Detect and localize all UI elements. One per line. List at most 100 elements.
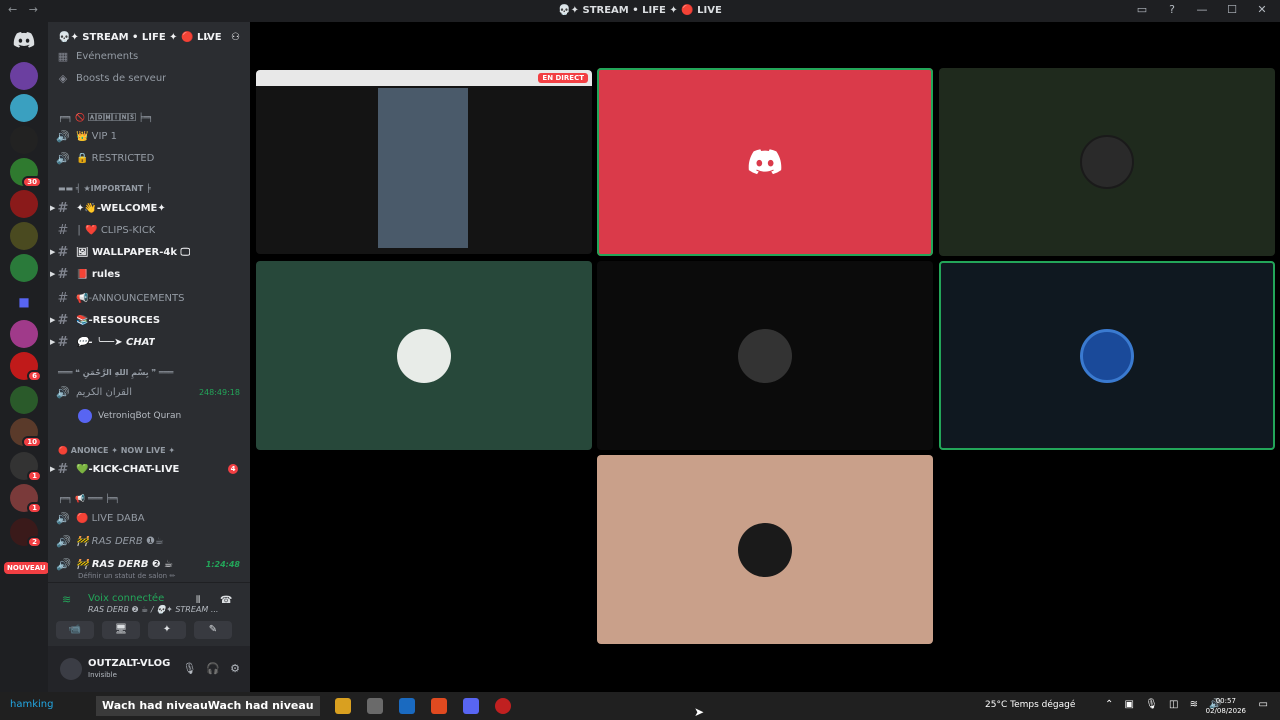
voice-channel-restricted[interactable]: 🔊 🔒 RESTRICTED [54,148,244,168]
stream-video [378,88,468,248]
server-icon[interactable] [10,190,38,218]
voice-channel-ras-derb-1[interactable]: 🔊 🚧 RAS DERB ❶☕ [54,531,244,551]
speaker-icon: 🔊 [56,385,70,399]
disconnect-icon[interactable]: ☎ [220,595,232,606]
set-channel-status[interactable]: Définir un statut de salon ✏ [78,572,175,580]
avatar [1080,328,1134,383]
live-badge: EN DIRECT [538,73,588,83]
discord-logo-icon [748,149,782,175]
server-icon[interactable] [10,386,38,414]
text-channel-kick-chat[interactable]: ▶ # 💚-KICK-CHAT-LIVE 4 [50,459,244,479]
calculator-icon[interactable] [367,698,383,714]
server-icon[interactable] [10,222,38,250]
minimize-icon[interactable]: — [1194,3,1210,16]
server-icon[interactable] [10,320,38,348]
events-item[interactable]: ▦ Événements [54,46,244,66]
server-icon[interactable] [10,62,38,90]
camera-button[interactable]: 📹 [56,621,94,639]
user-status: Invisible [88,671,117,679]
hash-icon: # [57,244,69,260]
voice-channel-path[interactable]: RAS DERB ❷ ☕ / 💀✦ STREAM ... [88,605,218,614]
user-panel: OUTZALT-VLOG Invisible 🎙 🎧 ⚙ [48,646,250,692]
voice-channel-live-daba[interactable]: 🔊 🔴 LIVE DABA [54,508,244,528]
hash-icon: # [57,290,69,306]
gear-icon[interactable]: ⚙ [230,662,240,675]
person-add-icon[interactable]: ⚇ [231,32,240,43]
folder-icon[interactable]: ■ [10,288,38,316]
server-icon[interactable]: 10 [10,418,42,448]
voice-channel-ras-derb-2[interactable]: 🔊 🚧 RAS DERB ❷ ☕ 1:24:48 [54,554,244,574]
file-explorer-icon[interactable] [335,698,351,714]
speaker-icon: 🔊 [56,151,70,165]
voice-channel-vip[interactable]: 🔊 👑 VIP 1 [54,126,244,146]
speaker-icon: 🔊 [56,557,70,571]
calendar-icon: ▦ [57,49,69,63]
server-icon[interactable]: 30 [10,158,42,188]
participant-tile[interactable] [597,261,933,450]
category-quran[interactable]: ═══ ❝ بِسْمِ اللهِ الرَّحْمَنِ ❞ ═══ [58,368,244,377]
weather[interactable]: 25°C Temps dégagé [985,700,1075,710]
category-voice[interactable]: ╒═╕ 📢 ═══ ╞═╕ [58,494,244,503]
hash-icon: # [57,222,69,238]
participant-tile[interactable] [597,68,933,256]
server-icon[interactable]: 1 [10,452,42,482]
category-important[interactable]: ▬▬ ╡ ★IMPORTANT ╞ [58,184,244,193]
boosts-item[interactable]: ◈ Boosts de serveur [54,68,244,88]
notification-icon[interactable]: ▭ [1259,699,1268,710]
participant-tile[interactable] [939,261,1275,450]
help-icon[interactable]: ? [1164,3,1180,16]
voice-channel-quran[interactable]: 🔊 القرآن الكريم 248:49:18 [54,382,244,402]
screen-share-button[interactable]: 🖥 [102,621,140,639]
speaker-icon: 🔊 [56,534,70,548]
expand-icon: ▶ [50,204,56,212]
text-channel-rules[interactable]: ▶ # 📕 rules [50,264,244,284]
text-channel-welcome[interactable]: ▶ # ✦👋-WELCOME✦ [50,198,244,218]
mention-badge: 4 [228,464,238,474]
text-channel-resources[interactable]: ▶ # 📚-RESOURCES [50,310,244,330]
server-icon[interactable]: 1 [10,484,42,514]
stream-tile[interactable]: EN DIRECT [256,70,592,254]
headphones-icon[interactable]: 🎧 [206,662,220,675]
text-channel-announcements[interactable]: # 📢-ANNOUNCEMENTS [54,288,244,308]
server-icon[interactable]: 2 [10,518,42,548]
category-live[interactable]: 🔴 ANONCE ✦ NOW LIVE ✦ [58,446,244,455]
mail-icon[interactable] [399,698,415,714]
text-channel-clips[interactable]: # │ ❤️ CLIPS-KICK [54,220,244,240]
boost-icon: ◈ [58,71,68,85]
voice-member[interactable]: VetroniqBot Quran [78,409,181,423]
participant-tile[interactable] [597,455,933,644]
maximize-icon[interactable]: ☐ [1224,3,1240,16]
participant-tile[interactable] [939,68,1275,256]
brave-icon[interactable] [431,698,447,714]
activities-button[interactable]: ✦ [148,621,186,639]
inbox-icon[interactable]: ▭ [1134,3,1150,16]
text-channel-chat[interactable]: ▶ # 💬- ╰──➤ CHAT [50,332,244,352]
ticker-text: Wach had niveauWach had niveau [96,696,320,716]
text-channel-wallpaper[interactable]: ▶ # 🖼 WALLPAPER-4k 🖵 [50,242,244,262]
server-icon[interactable] [10,94,38,122]
avatar[interactable] [60,658,82,680]
participant-tile[interactable] [256,261,592,450]
ticker-prefix: hamking [10,699,54,710]
server-name: 💀✦ STREAM • LIFE ✦ 🔴 LIVE [58,31,222,43]
server-icon[interactable] [10,254,38,282]
noise-suppression-icon[interactable]: ⫴ [196,595,200,606]
discord-icon[interactable] [463,698,479,714]
avatar [1080,135,1134,189]
signal-icon: ≋ [62,593,72,606]
close-icon[interactable]: ✕ [1254,3,1270,16]
server-icon[interactable]: 6 [10,352,42,382]
voice-connection-panel: ≋ Voix connectée RAS DERB ❷ ☕ / 💀✦ STREA… [48,582,250,644]
window-controls[interactable]: ▭ ? — ☐ ✕ [1134,3,1270,16]
window-titlebar: ← → 💀✦ STREAM • LIFE ✦ 🔴 LIVE ▭ ? — ☐ ✕ [0,0,1280,22]
soundboard-button[interactable]: ✎ [194,621,232,639]
speaker-icon: 🔊 [56,129,70,143]
category-admins[interactable]: ╒═╕ 🚫 🄰🄳🄼🄸🄽🅂 ╞═╕ [58,112,244,123]
clock[interactable]: 00:57 02/08/2026 [1206,696,1246,716]
microphone-icon[interactable]: 🎙 [182,662,196,675]
discord-home-icon[interactable] [10,26,38,54]
expand-icon: ▶ [50,316,56,324]
obs-icon[interactable] [495,698,511,714]
server-icon[interactable] [10,126,38,154]
new-badge[interactable]: NOUVEAU [4,562,49,574]
